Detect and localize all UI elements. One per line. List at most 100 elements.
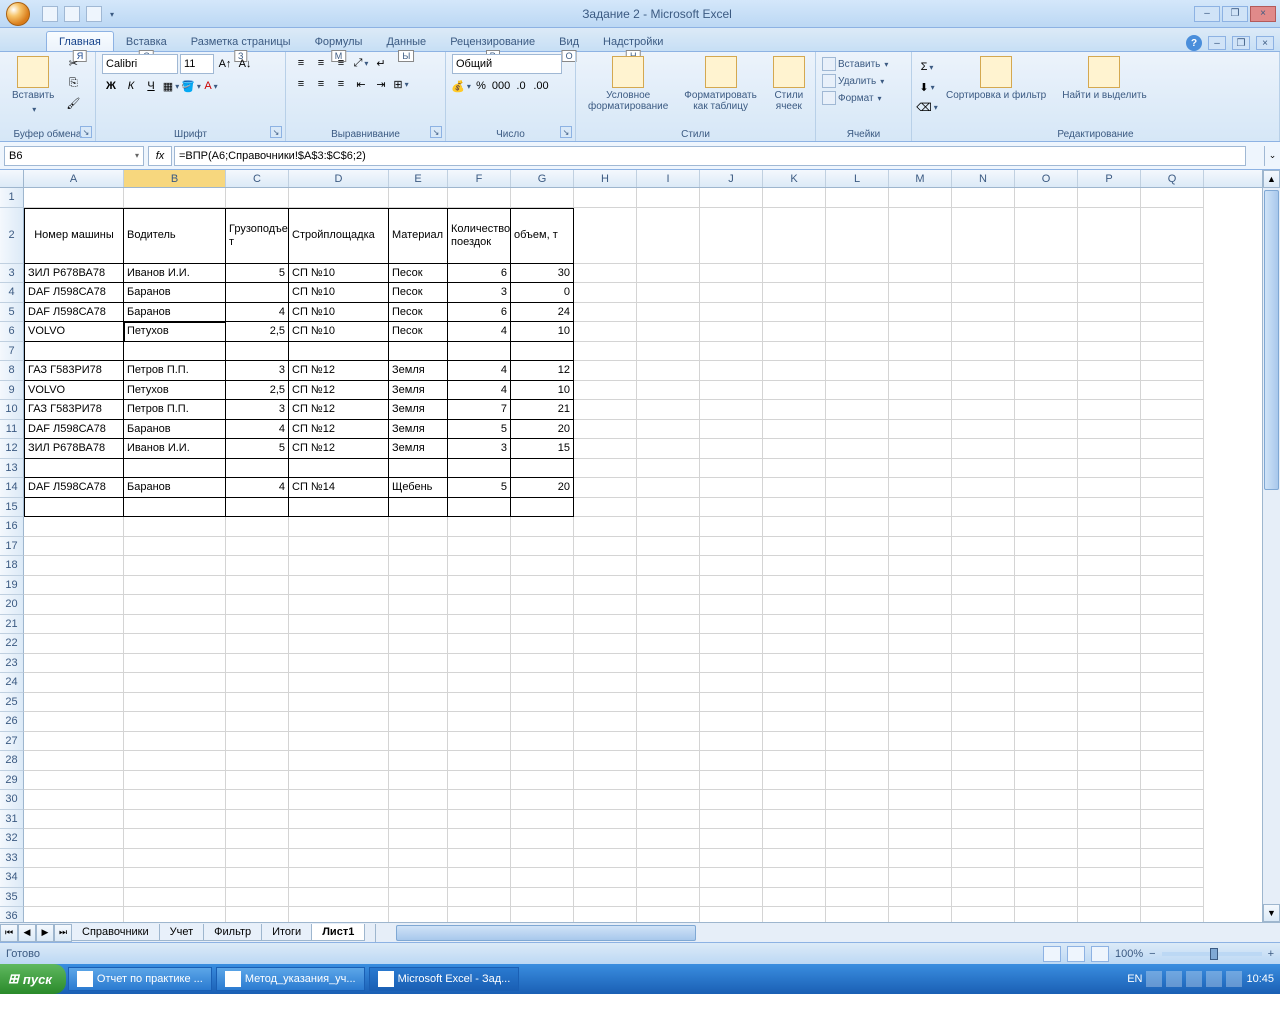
cell-C18[interactable] [226,556,289,576]
sheet-tab-Итоги[interactable]: Итоги [261,924,312,941]
cell-D19[interactable] [289,576,389,596]
column-header-L[interactable]: L [826,170,889,187]
cell-Q32[interactable] [1141,829,1204,849]
border-icon[interactable]: ▦ [162,77,180,95]
language-indicator[interactable]: EN [1127,973,1142,985]
cell-N23[interactable] [952,654,1015,674]
cell-F36[interactable] [448,907,511,922]
cell-E28[interactable] [389,751,448,771]
format-cells-button[interactable]: Формат [822,90,882,106]
cell-I4[interactable] [637,283,700,303]
cell-N36[interactable] [952,907,1015,922]
cell-N4[interactable] [952,283,1015,303]
cell-O24[interactable] [1015,673,1078,693]
cell-K34[interactable] [763,868,826,888]
cell-L15[interactable] [826,498,889,518]
align-left-icon[interactable]: ≡ [292,75,310,93]
scroll-down-icon[interactable]: ▼ [1263,904,1280,922]
cell-N20[interactable] [952,595,1015,615]
cell-L8[interactable] [826,361,889,381]
cell-K14[interactable] [763,478,826,498]
cell-K12[interactable] [763,439,826,459]
cell-B20[interactable] [124,595,226,615]
cell-M19[interactable] [889,576,952,596]
row-header[interactable]: 3 [0,264,24,284]
cell-N25[interactable] [952,693,1015,713]
cell-A33[interactable] [24,849,124,869]
cell-G33[interactable] [511,849,574,869]
cell-D2[interactable]: Стройплощадка [289,208,389,264]
cell-C10[interactable]: 3 [226,400,289,420]
tab-insert[interactable]: ВставкаС [114,32,179,51]
cell-N32[interactable] [952,829,1015,849]
cell-P25[interactable] [1078,693,1141,713]
page-layout-view-icon[interactable] [1067,946,1085,962]
cell-H17[interactable] [574,537,637,557]
cell-D13[interactable] [289,459,389,479]
cell-L20[interactable] [826,595,889,615]
cell-O9[interactable] [1015,381,1078,401]
cell-O1[interactable] [1015,188,1078,208]
cell-Q33[interactable] [1141,849,1204,869]
cell-M2[interactable] [889,208,952,264]
cell-H29[interactable] [574,771,637,791]
cell-F21[interactable] [448,615,511,635]
cell-I11[interactable] [637,420,700,440]
cell-O12[interactable] [1015,439,1078,459]
row-header[interactable]: 33 [0,849,24,869]
cell-E3[interactable]: Песок [389,264,448,284]
cell-D7[interactable] [289,342,389,362]
fill-icon[interactable]: ⬇ [918,78,936,96]
cell-D29[interactable] [289,771,389,791]
cell-P16[interactable] [1078,517,1141,537]
cell-D4[interactable]: СП №10 [289,283,389,303]
cell-M1[interactable] [889,188,952,208]
cell-D26[interactable] [289,712,389,732]
cell-Q24[interactable] [1141,673,1204,693]
cell-J2[interactable] [700,208,763,264]
cell-L1[interactable] [826,188,889,208]
row-header[interactable]: 23 [0,654,24,674]
cell-I9[interactable] [637,381,700,401]
cell-I6[interactable] [637,322,700,342]
cell-G9[interactable]: 10 [511,381,574,401]
tab-review[interactable]: РецензированиеР [438,32,547,51]
format-painter-icon[interactable]: 🖌 [64,94,82,112]
row-header[interactable]: 34 [0,868,24,888]
cell-Q21[interactable] [1141,615,1204,635]
conditional-formatting-button[interactable]: Условное форматирование [582,54,674,114]
cell-K28[interactable] [763,751,826,771]
cell-C33[interactable] [226,849,289,869]
cell-L12[interactable] [826,439,889,459]
column-header-E[interactable]: E [389,170,448,187]
zoom-out-icon[interactable]: − [1149,948,1155,960]
fill-color-icon[interactable]: 🪣 [182,77,200,95]
cell-Q5[interactable] [1141,303,1204,323]
cell-K7[interactable] [763,342,826,362]
cell-A13[interactable] [24,459,124,479]
cell-F30[interactable] [448,790,511,810]
cell-J12[interactable] [700,439,763,459]
cell-I18[interactable] [637,556,700,576]
tab-page-layout[interactable]: Разметка страницыЗ [179,32,303,51]
cell-B22[interactable] [124,634,226,654]
cell-M28[interactable] [889,751,952,771]
cell-C6[interactable]: 2,5 [226,322,289,342]
cell-E33[interactable] [389,849,448,869]
cell-C1[interactable] [226,188,289,208]
increase-indent-icon[interactable]: ⇥ [372,75,390,93]
cell-A35[interactable] [24,888,124,908]
cell-Q35[interactable] [1141,888,1204,908]
cell-Q3[interactable] [1141,264,1204,284]
sheet-nav-next-icon[interactable]: ▶ [36,924,54,942]
cell-I29[interactable] [637,771,700,791]
taskbar-item-word2[interactable]: Метод_указания_уч... [216,967,365,991]
cell-D6[interactable]: СП №10 [289,322,389,342]
cell-G28[interactable] [511,751,574,771]
cell-J14[interactable] [700,478,763,498]
tab-data[interactable]: ДанныеЫ [374,32,438,51]
cell-A9[interactable]: VOLVO [24,381,124,401]
cell-P31[interactable] [1078,810,1141,830]
align-bottom-icon[interactable]: ≡ [332,54,350,72]
cell-L31[interactable] [826,810,889,830]
